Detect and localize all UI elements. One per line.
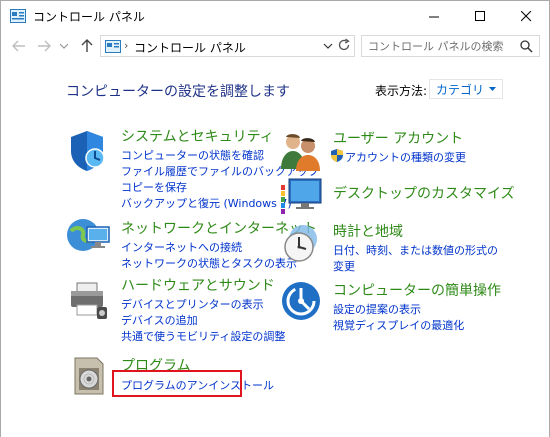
search-box[interactable]: [361, 35, 540, 57]
window-title: コントロール パネル: [33, 10, 145, 24]
title-bar: コントロール パネル: [1, 1, 549, 31]
link-change-date-time-format-cont[interactable]: 変更: [333, 258, 355, 274]
system-security-icon[interactable]: [67, 129, 111, 173]
uac-shield-icon: [331, 149, 343, 165]
refresh-button[interactable]: [337, 38, 351, 55]
refresh-icon: [338, 38, 350, 51]
link-add-device[interactable]: デバイスの追加: [121, 312, 198, 328]
control-panel-window: コントロール パネル › コントロール パネル コントロール パネルの検索 コン…: [0, 0, 550, 437]
navigation-bar: › コントロール パネル: [1, 31, 549, 61]
minimize-icon: [428, 16, 439, 17]
chevron-down-icon: [323, 43, 333, 49]
up-arrow-icon: [81, 39, 93, 52]
view-by-label: 表示方法:: [375, 84, 428, 98]
search-icon[interactable]: [520, 40, 533, 56]
clock-region-icon[interactable]: [279, 221, 323, 265]
close-button[interactable]: [503, 1, 549, 31]
close-icon: [520, 10, 531, 21]
maximize-button[interactable]: [457, 1, 503, 31]
control-panel-app-icon: [10, 9, 26, 23]
category-title-system-security[interactable]: システムとセキュリティ: [121, 126, 274, 146]
link-change-date-time-format[interactable]: 日付、時刻、または数値の形式の: [333, 242, 498, 258]
breadcrumb-separator[interactable]: ›: [124, 39, 128, 52]
category-title-clock-region[interactable]: 時計と地域: [333, 221, 403, 241]
link-suggested-settings[interactable]: 設定の提案の表示: [333, 301, 421, 317]
main-content: コンピューターの設定を調整します 表示方法: カテゴリ システムとセキュリティ …: [1, 61, 549, 437]
link-check-computer-status[interactable]: コンピューターの状態を確認: [121, 147, 264, 163]
link-backup-restore[interactable]: バックアップと復元 (Windows 7): [121, 195, 292, 211]
category-title-user-accounts[interactable]: ユーザー アカウント: [333, 128, 463, 148]
chevron-down-icon: [60, 43, 68, 49]
page-heading: コンピューターの設定を調整します: [66, 84, 290, 100]
highlight-box: [112, 370, 242, 397]
up-button[interactable]: [77, 36, 97, 56]
link-devices-printers[interactable]: デバイスとプリンターの表示: [121, 296, 264, 312]
search-input[interactable]: [362, 36, 512, 56]
back-arrow-icon: [12, 40, 25, 52]
view-by-select[interactable]: カテゴリ: [429, 79, 504, 99]
link-save-copy[interactable]: コピーを保存: [121, 179, 187, 195]
forward-button[interactable]: [34, 36, 54, 56]
control-panel-icon: [105, 40, 121, 56]
link-optimize-display[interactable]: 視覚ディスプレイの最適化: [333, 317, 464, 333]
category-title-desktop-customize[interactable]: デスクトップのカスタマイズ: [333, 183, 515, 203]
category-title-hardware-sound[interactable]: ハードウェアとサウンド: [121, 275, 275, 295]
user-accounts-icon[interactable]: [279, 129, 323, 173]
programs-icon[interactable]: [67, 354, 111, 398]
maximize-icon: [474, 10, 485, 21]
minimize-button[interactable]: [411, 1, 457, 31]
recent-locations-button[interactable]: [57, 36, 71, 56]
view-by-value[interactable]: カテゴリ: [436, 81, 484, 98]
ease-of-access-icon[interactable]: [279, 279, 323, 323]
address-dropdown-button[interactable]: [323, 40, 333, 54]
link-change-account-type[interactable]: アカウントの種類の変更: [345, 149, 466, 165]
link-network-status-tasks[interactable]: ネットワークの状態とタスクの表示: [121, 255, 297, 271]
forward-arrow-icon: [38, 40, 51, 52]
back-button[interactable]: [9, 36, 29, 56]
hardware-sound-icon[interactable]: [67, 279, 111, 323]
category-title-ease-of-access[interactable]: コンピューターの簡単操作: [333, 280, 501, 300]
link-connect-internet[interactable]: インターネットへの接続: [121, 239, 242, 255]
link-mobility-settings[interactable]: 共通で使うモビリティ設定の調整: [121, 328, 285, 344]
desktop-customize-icon[interactable]: [279, 175, 323, 219]
dropdown-triangle-icon: [489, 87, 497, 91]
network-internet-icon[interactable]: [65, 213, 110, 257]
address-bar[interactable]: › コントロール パネル: [100, 35, 355, 57]
breadcrumb-control-panel[interactable]: コントロール パネル: [134, 39, 246, 56]
